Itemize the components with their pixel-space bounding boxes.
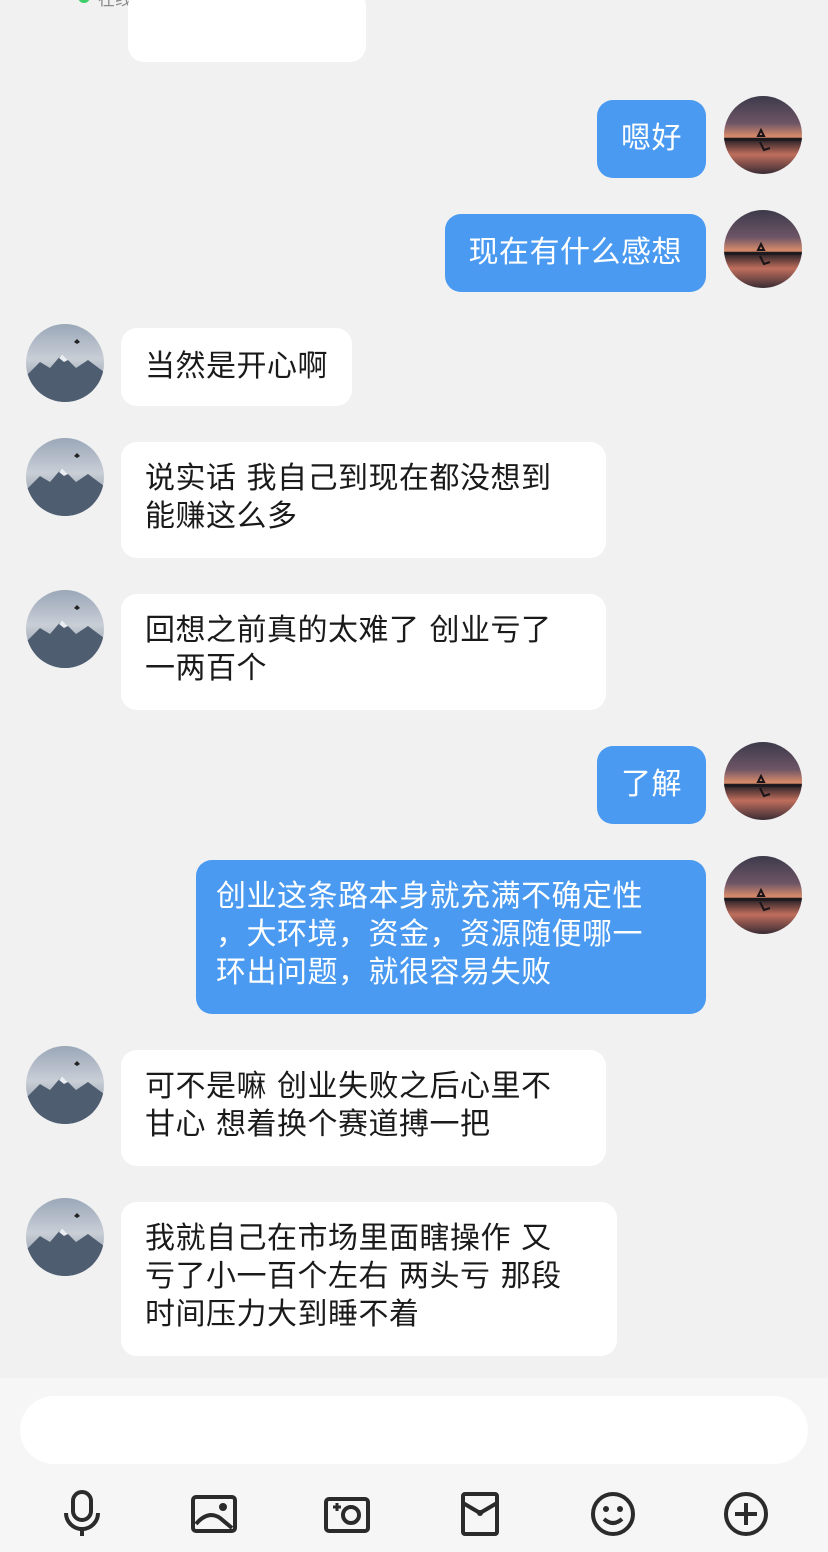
message-bubble-incoming[interactable]: 当然是开心啊 — [121, 328, 352, 406]
message-bubble-incoming[interactable]: 回想之前真的太难了 创业亏了 一两百个 — [121, 594, 606, 710]
message-bubble-incoming[interactable]: 可不是嘛 创业失败之后心里不 甘心 想着换个赛道搏一把 — [121, 1050, 606, 1166]
image-icon — [191, 1495, 237, 1533]
message-bubble-outgoing[interactable]: 创业这条路本身就充满不确定性 ，大环境，资金，资源随便哪一 环出问题，就很容易失… — [196, 860, 706, 1014]
more-button[interactable] — [718, 1486, 774, 1542]
message-bubble-outgoing[interactable]: 现在有什么感想 — [444, 214, 706, 292]
contact-avatar[interactable] — [26, 324, 104, 402]
red-packet-button[interactable] — [452, 1486, 508, 1542]
sunset-avatar-image — [724, 96, 802, 174]
microphone-icon — [64, 1490, 100, 1536]
voice-button[interactable] — [54, 1486, 110, 1542]
contact-avatar[interactable] — [26, 590, 104, 668]
mountain-avatar-image — [26, 1046, 104, 1124]
sunset-avatar-image — [724, 742, 802, 820]
my-avatar[interactable] — [724, 856, 802, 934]
contact-avatar[interactable] — [26, 1198, 104, 1276]
mountain-avatar-image — [26, 590, 104, 668]
contact-avatar[interactable] — [26, 1046, 104, 1124]
my-avatar[interactable] — [724, 96, 802, 174]
composer-bar — [0, 1378, 828, 1552]
camera-button[interactable] — [319, 1486, 375, 1542]
mountain-avatar-image — [26, 438, 104, 516]
message-bubble-incoming[interactable]: 说实话 我自己到现在都没想到 能赚这么多 — [121, 442, 606, 558]
sunset-avatar-image — [724, 856, 802, 934]
camera-icon — [324, 1497, 370, 1533]
mountain-avatar-image — [26, 324, 104, 402]
contact-avatar[interactable] — [26, 438, 104, 516]
message-bubble-partial — [128, 0, 366, 62]
my-avatar[interactable] — [724, 742, 802, 820]
my-avatar[interactable] — [724, 210, 802, 288]
emoji-icon — [591, 1492, 635, 1536]
emoji-button[interactable] — [585, 1486, 641, 1542]
red-packet-icon — [461, 1492, 499, 1536]
message-bubble-outgoing[interactable]: 嗯好 — [597, 100, 706, 178]
message-bubble-incoming[interactable]: 我就自己在市场里面瞎操作 又 亏了小一百个左右 两头亏 那段 时间压力大到睡不着 — [121, 1202, 617, 1356]
message-input[interactable] — [20, 1396, 808, 1464]
message-list: 嗯好 现在有什么感想 当然是开心啊 说实话 我自己到现在都没想到 能赚这么多 回… — [0, 0, 828, 1378]
sunset-avatar-image — [724, 210, 802, 288]
plus-circle-icon — [724, 1492, 768, 1536]
message-bubble-outgoing[interactable]: 了解 — [597, 746, 706, 824]
mountain-avatar-image — [26, 1198, 104, 1276]
album-button[interactable] — [186, 1486, 242, 1542]
